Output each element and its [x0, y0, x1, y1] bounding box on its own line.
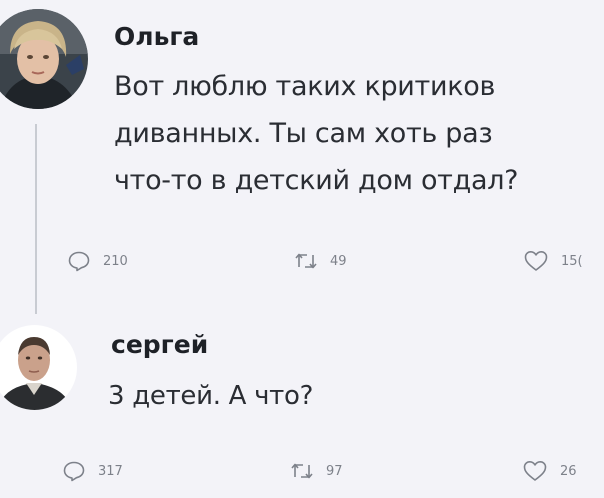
tweet-text-line: Вот люблю таких критиков	[114, 71, 496, 102]
reply-button[interactable]: 210	[67, 250, 128, 272]
reply-icon	[68, 251, 90, 272]
like-button[interactable]: 15(	[523, 249, 583, 273]
tweet-text: Вот люблю таких критиков диванных. Ты са…	[114, 63, 519, 204]
reply-count: 210	[103, 253, 128, 269]
retweet-button[interactable]: 49	[294, 250, 347, 272]
reply-count: 317	[98, 463, 123, 479]
tweet-text: 3 детей. А что?	[108, 373, 313, 420]
author-name[interactable]: сергей	[111, 330, 208, 359]
retweet-icon	[295, 253, 317, 269]
reply-button[interactable]: 317	[62, 460, 123, 482]
tweet-text-line: 3 детей. А что?	[108, 381, 314, 411]
tweet-text-line: диванных. Ты сам хоть раз	[114, 118, 493, 149]
twitter-thread-screenshot: Ольга Вот люблю таких критиков диванных.…	[0, 0, 604, 498]
retweet-count: 97	[326, 463, 343, 479]
heart-icon	[523, 461, 547, 481]
author-name[interactable]: Ольга	[114, 22, 199, 51]
retweet-button[interactable]: 97	[290, 460, 343, 482]
retweet-icon	[291, 463, 313, 479]
reply-icon	[63, 461, 85, 482]
avatar-olga[interactable]	[0, 9, 88, 109]
thread-connector-line	[35, 124, 37, 314]
avatar-sergey[interactable]	[0, 325, 77, 410]
heart-icon	[524, 251, 548, 271]
tweet-text-line: что-то в детский дом отдал?	[114, 165, 519, 196]
like-button[interactable]: 26	[522, 459, 577, 483]
like-count: 15(	[561, 253, 583, 269]
retweet-count: 49	[330, 253, 347, 269]
like-count: 26	[560, 463, 577, 479]
